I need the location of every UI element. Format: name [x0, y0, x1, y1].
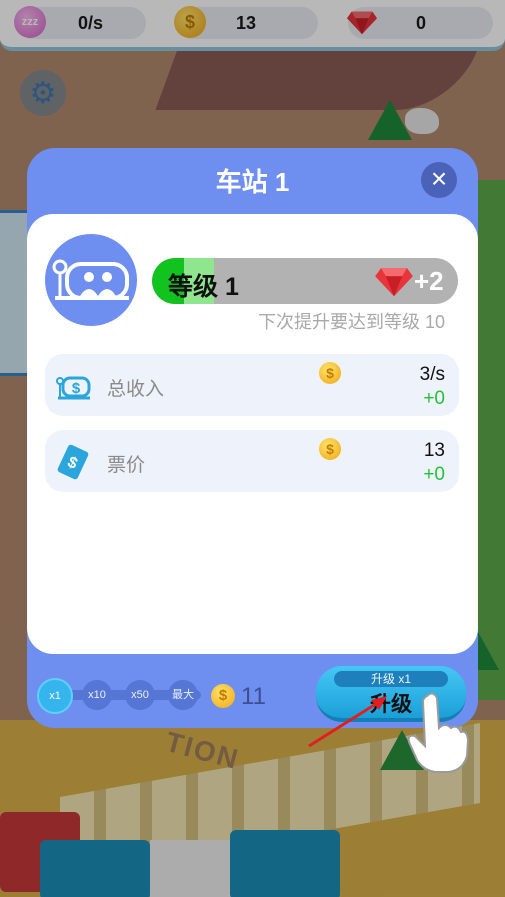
dialog-panel: 等级 1 +2 下次提升要达到等级 10 $ 总收入 $ 3/s +0 $ 票价…: [27, 214, 478, 654]
coin-icon: $: [319, 362, 341, 384]
stat-value: 13: [423, 440, 445, 461]
multiplier-max-button[interactable]: 最大: [168, 680, 198, 710]
stat-label: 票价: [107, 455, 146, 476]
close-icon[interactable]: ×: [421, 162, 457, 198]
station-avatar: [45, 234, 137, 326]
upgrade-cost: 11: [241, 683, 266, 710]
income-icon: $: [56, 376, 91, 400]
stat-delta: +0: [423, 388, 445, 409]
stat-delta: +0: [423, 464, 445, 485]
tutorial-arrow-icon: [308, 696, 387, 748]
stat-row-ticket-price: $ 票价 $ 13 +0: [45, 430, 459, 492]
multiplier-x1-button[interactable]: x1: [37, 678, 73, 714]
bus-station-icon: [52, 259, 129, 300]
station-upgrade-dialog: 车站 1 × 等级 1 +2 下次提升要达到等级 10 $ 总收入 $ 3/s …: [27, 148, 478, 728]
dialog-title: 车站 1: [215, 167, 290, 197]
ticket-icon: $: [57, 444, 89, 480]
multiplier-x50-button[interactable]: x50: [125, 680, 155, 710]
level-label: 等级 1: [168, 273, 239, 301]
stat-value: 3/s: [419, 364, 445, 385]
level-progress-bar: 等级 1 +2: [152, 258, 458, 304]
next-level-hint: 下次提升要达到等级 10: [257, 312, 445, 332]
multiplier-x10-button[interactable]: x10: [82, 680, 112, 710]
gem-icon: [374, 264, 414, 303]
coin-icon: $: [211, 684, 235, 708]
pointing-hand-icon: [407, 692, 470, 773]
level-gem-bonus: +2: [414, 266, 444, 296]
stat-row-total-income: $ 总收入 $ 3/s +0: [45, 354, 459, 416]
svg-text:$: $: [72, 380, 81, 397]
coin-icon: $: [319, 438, 341, 460]
stat-label: 总收入: [107, 379, 165, 400]
